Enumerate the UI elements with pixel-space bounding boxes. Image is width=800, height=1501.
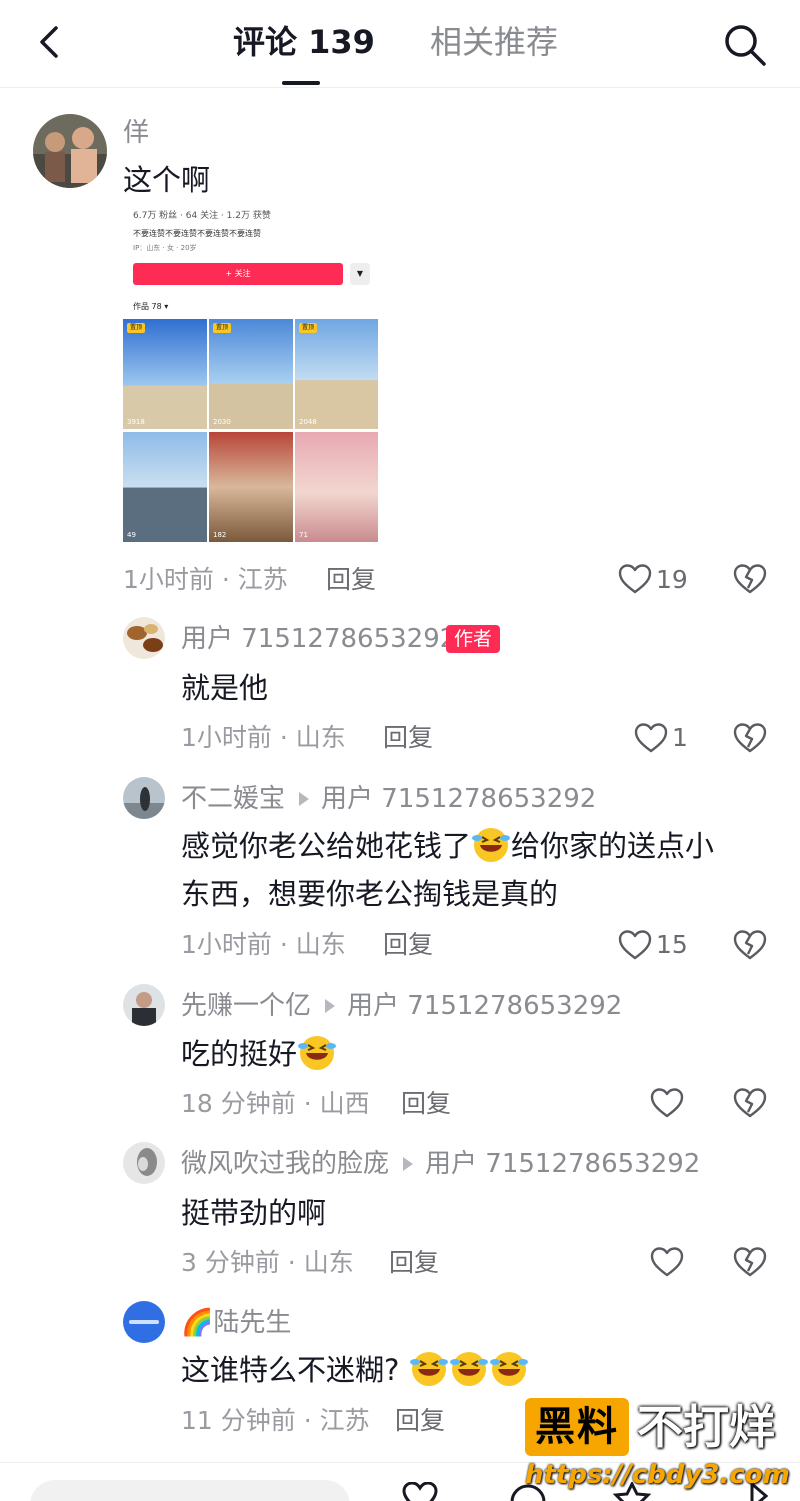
comment-username[interactable]: 佯 [123,116,149,150]
heart-icon[interactable] [650,1246,684,1278]
reply-header: 不二媛宝 用户 7151278653292 [181,782,596,816]
watermark-url: https://cbdy3.com [525,1460,790,1490]
tab-related[interactable]: 相关推荐 [430,20,558,64]
pinned-badge: 置顶 [299,323,318,333]
top-bar: 评论 139 相关推荐 [0,0,800,88]
like-count: 1 [672,723,688,752]
reply-text: 吃的挺好 [181,1030,337,1078]
heart-icon[interactable] [618,563,652,595]
image-profile-stats: 6.7万 粉丝 · 64 关注 · 1.2万 获赞 [133,211,271,221]
like-count: 15 [656,930,688,959]
reply-button[interactable]: 回复 [383,929,433,961]
reply-target-username[interactable]: 用户 7151278653292 [425,1149,700,1179]
like-count: 2030 [213,418,231,426]
image-profile-tags: IP：山东 · 女 · 20岁 [133,244,197,252]
reply-username[interactable]: 用户 7151278653292 [181,622,456,656]
reply-text: 这谁特么不迷糊? [181,1346,529,1394]
reply-button[interactable]: 回复 [383,722,433,754]
avatar[interactable] [123,1301,165,1343]
heart-icon[interactable] [634,722,668,754]
broken-heart-icon[interactable] [733,929,767,961]
broken-heart-icon[interactable] [733,1087,767,1119]
heart-icon[interactable] [618,929,652,961]
comment-time-location: 1小时前 · 江苏 [123,565,288,594]
chevron-left-icon[interactable] [30,20,70,64]
video-thumbnail: 182 [209,432,293,542]
laughing-crying-emoji [297,1032,337,1072]
avatar[interactable] [123,777,165,819]
reply-button[interactable]: 回复 [389,1247,439,1279]
reply-button[interactable]: 回复 [401,1088,451,1120]
heart-icon[interactable] [650,1087,684,1119]
watermark-text: 不打烊 [637,1400,775,1454]
search-icon[interactable] [718,18,770,70]
broken-heart-icon[interactable] [733,1246,767,1278]
image-profile-bio: 不要连赞不要连赞不要连赞不要连赞 [133,229,261,238]
reply-time-location: 1小时前 · 山东 [181,930,346,959]
reply-arrow-icon [299,792,310,806]
reply-time-location: 1小时前 · 山东 [181,723,346,752]
reply-button[interactable]: 回复 [395,1405,445,1437]
like-count: 2048 [299,418,317,426]
video-thumbnail: 置顶 2030 [209,319,293,429]
reply-target-username[interactable]: 用户 7151278653292 [321,784,596,814]
image-dropdown-icon: ▼ [350,263,370,285]
reply-username[interactable]: 微风吹过我的脸庞 [181,1149,389,1179]
reply-text: 感觉你老公给她花钱了 给你家的送点小 东西，想要你老公掏钱是真的 [181,822,761,918]
reply-text: 就是他 [181,671,269,705]
watermark: 黑料 不打烊 https://cbdy3.com [525,1396,795,1501]
avatar[interactable] [123,617,165,659]
pinned-badge: 置顶 [213,323,232,333]
reply-text: 挺带劲的啊 [181,1196,327,1230]
video-thumbnail: 置顶 2048 [295,319,378,429]
image-follow-button: + 关注 [133,263,343,285]
laughing-crying-emoji [409,1348,449,1388]
comment-text: 这个啊 [123,163,211,197]
video-thumbnail: 置顶 3918 [123,319,207,429]
comment-input[interactable] [30,1480,350,1501]
reply-time-location: 3 分钟前 · 山东 [181,1248,354,1277]
reply-username[interactable]: 先赚一个亿 [181,991,311,1021]
heart-icon[interactable] [400,1482,440,1501]
comment-image[interactable]: 6.7万 粉丝 · 64 关注 · 1.2万 获赞 不要连赞不要连赞不要连赞不要… [123,206,378,556]
like-count: 49 [127,531,136,539]
reply-arrow-icon [325,999,336,1013]
tab-comments[interactable]: 评论 139 [233,20,375,64]
broken-heart-icon[interactable] [733,563,767,595]
reply-header: 微风吹过我的脸庞 用户 7151278653292 [181,1147,700,1181]
video-thumbnail: 49 [123,432,207,542]
active-tab-indicator [282,81,320,85]
pinned-badge: 置顶 [127,323,146,333]
like-count: 19 [656,565,688,594]
avatar[interactable] [123,1142,165,1184]
laughing-crying-emoji [489,1348,529,1388]
author-badge: 作者 [446,625,501,653]
avatar[interactable] [123,984,165,1026]
avatar[interactable] [33,114,107,188]
reply-username[interactable]: 不二媛宝 [181,784,285,814]
like-count: 71 [299,531,308,539]
laughing-crying-emoji [471,824,511,864]
image-works-label: 作品 78 ▾ [133,302,169,311]
reply-time-location: 11 分钟前 · 江苏 [181,1406,370,1435]
video-thumbnail: 71 [295,432,378,542]
broken-heart-icon[interactable] [733,722,767,754]
reply-arrow-icon [403,1157,414,1171]
reply-time-location: 18 分钟前 · 山西 [181,1089,370,1118]
reply-target-username[interactable]: 用户 7151278653292 [347,991,622,1021]
like-count: 182 [213,531,227,539]
like-count: 3918 [127,418,145,426]
reply-username[interactable]: 🌈陆先生 [181,1306,291,1340]
image-video-grid: 置顶 3918 置顶 2030 置顶 2048 49 182 71 [123,319,378,556]
reply-header: 先赚一个亿 用户 7151278653292 [181,989,622,1023]
watermark-logo: 黑料 [525,1398,629,1456]
laughing-crying-emoji [449,1348,489,1388]
reply-button[interactable]: 回复 [326,564,376,596]
